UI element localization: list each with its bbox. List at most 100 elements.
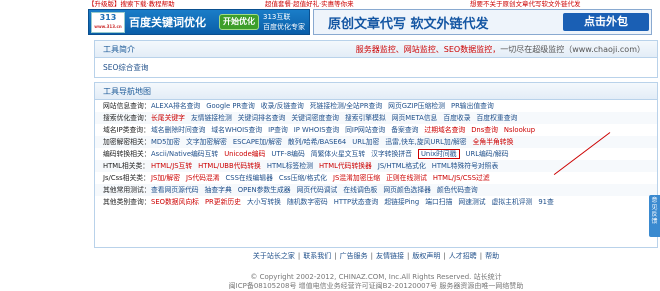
tool-link[interactable]: 随机数字密码 xyxy=(287,198,328,206)
tool-link[interactable]: Ascii/Native编码互转 xyxy=(151,150,218,158)
tool-link[interactable]: 简繁体火星文互转 xyxy=(311,150,365,158)
tool-link[interactable]: 网页代码调试 xyxy=(297,186,338,194)
top-promo-right[interactable]: 想要不关于原创文章代写软文外链代发 xyxy=(470,0,581,8)
tool-link[interactable]: JS/HTML格式化 xyxy=(378,162,426,170)
tool-link[interactable]: 超链接Ping xyxy=(384,198,419,206)
tool-link[interactable]: Nslookup xyxy=(504,126,535,134)
tool-link[interactable]: JS混淆加密压缩 xyxy=(333,174,380,182)
tool-link[interactable]: UTF-8编码 xyxy=(271,150,304,158)
tool-map-row: 其他常用测试：查看网页源代码 抽查字典 OPEN参数生成器 网页代码调试 在线调色板 网页… xyxy=(95,184,657,196)
footer-divider: | xyxy=(370,252,373,260)
ad-banner-side: 313互联 百度优化专家 xyxy=(263,13,305,31)
tool-link[interactable]: 友情链接检测 xyxy=(191,114,232,122)
tool-link[interactable]: JS代码混淆 xyxy=(186,174,220,182)
tool-link[interactable]: HTML标签检测 xyxy=(267,162,313,170)
tool-link[interactable]: 抽查字典 xyxy=(205,186,232,194)
tool-link[interactable]: 百度权重查询 xyxy=(477,114,518,122)
tool-link[interactable]: SEO数据风向标 xyxy=(151,198,199,206)
tool-link[interactable]: HTML/JS/CSS过滤 xyxy=(433,174,490,182)
ad-banner-writing-title: 原创文章代写 软文外链代发 xyxy=(328,17,489,32)
tool-link[interactable]: 端口扫描 xyxy=(425,198,452,206)
tool-link[interactable]: ALEXA排名查询 xyxy=(151,102,200,110)
tool-map-row: 其他类别查询：SEO数据风向标 PR更新历史 大小写转换 随机数字密码 HTTP状态查询… xyxy=(95,196,657,208)
row-label: 编码转换相关： xyxy=(103,150,151,158)
footer-divider: | xyxy=(334,252,337,260)
tool-link[interactable]: Unix时间戳 xyxy=(417,149,460,159)
tool-intro-header: 工具简介 服务器监控、网站监控、SEO数据监控，一切尽在超级监控（www.cha… xyxy=(95,41,657,58)
tool-link[interactable]: URL编码/解码 xyxy=(466,150,509,158)
row-label: 其他类别查询： xyxy=(103,198,151,206)
top-promo-left[interactable]: 【升级版】搜索下载·教程帮助 xyxy=(88,0,175,8)
tool-map-row: 编码转换相关：Ascii/Native编码互转 Unicode编码 UTF-8编码简… xyxy=(95,148,657,160)
ad-banner-seo[interactable]: 313 www.313.cn 百度关键词优化 开始优化 313互联 百度优化专家 xyxy=(88,9,310,35)
footer-link[interactable]: 版权声明 xyxy=(412,252,440,260)
monitor-announcement[interactable]: 服务器监控、网站监控、SEO数据监控，一切尽在超级监控（www.chaoji.c… xyxy=(356,41,645,58)
tool-link[interactable]: JS加/解密 xyxy=(151,174,180,182)
tool-link[interactable]: HTML/JS互转 xyxy=(151,162,192,170)
tool-link[interactable]: 迅雷,快车,旋风URL加/解密 xyxy=(385,138,466,146)
tool-link[interactable]: 备案查询 xyxy=(391,126,418,134)
tool-link[interactable]: 网页GZIP压缩检测 xyxy=(388,102,445,110)
outsource-button[interactable]: 点击外包 xyxy=(563,13,649,31)
footer-link[interactable]: 联系我们 xyxy=(303,252,331,260)
tool-link[interactable]: PR输出值查询 xyxy=(451,102,494,110)
tool-link[interactable]: HTTP状态查询 xyxy=(334,198,379,206)
tool-link[interactable]: 散列/哈希/BASE64 xyxy=(288,138,346,146)
tool-link[interactable]: 汉字转换拼音 xyxy=(371,150,412,158)
tool-link[interactable]: 关键词密度查询 xyxy=(291,114,339,122)
tool-link[interactable]: Dns查询 xyxy=(471,126,498,134)
footer-divider: | xyxy=(479,252,483,260)
tool-link[interactable]: CSS在线编辑器 xyxy=(226,174,273,182)
footer-divider: | xyxy=(297,252,301,260)
footer-link[interactable]: 关于站长之家 xyxy=(253,252,295,260)
tool-link[interactable]: Css压缩/格式化 xyxy=(279,174,327,182)
tool-link[interactable]: 查看网页源代码 xyxy=(151,186,199,194)
footer-link[interactable]: 广告服务 xyxy=(340,252,368,260)
tool-link[interactable]: 长尾关键字 xyxy=(151,114,185,122)
tool-link[interactable]: 同IP网站查询 xyxy=(345,126,385,134)
tool-link[interactable]: IP WHOIS查询 xyxy=(294,126,339,134)
tool-map-section: 工具导航地图 网站信息查询：ALEXA排名查询 Google PR查询 收录/反链查… xyxy=(94,82,658,248)
start-optimize-button[interactable]: 开始优化 xyxy=(219,14,259,30)
tool-link[interactable]: 域名删除时间查询 xyxy=(151,126,205,134)
tool-link[interactable]: ESCAPE加/解密 xyxy=(233,138,282,146)
tool-link[interactable]: 在线调色板 xyxy=(343,186,377,194)
footer-link[interactable]: 帮助 xyxy=(485,252,499,260)
tool-link[interactable]: 文字加密解密 xyxy=(186,138,227,146)
tool-link[interactable]: 域名WHOIS查询 xyxy=(211,126,262,134)
tool-link[interactable]: HTML代码转换器 xyxy=(319,162,372,170)
feedback-tab[interactable]: 意见反馈 xyxy=(649,195,660,237)
tool-link[interactable]: 全角半角转换 xyxy=(473,138,514,146)
tool-link[interactable]: URL加密 xyxy=(352,138,379,146)
tool-link[interactable]: 颜色代码查询 xyxy=(437,186,478,194)
tool-link[interactable]: PR更新历史 xyxy=(205,198,241,206)
tool-link[interactable]: 正则在线测试 xyxy=(386,174,427,182)
tool-link[interactable]: Unicode编码 xyxy=(224,150,265,158)
footer-link[interactable]: 人才招聘 xyxy=(449,252,477,260)
footer-divider: | xyxy=(443,252,446,260)
tool-link[interactable]: OPEN参数生成器 xyxy=(238,186,291,194)
tool-link[interactable]: 网速测试 xyxy=(458,198,485,206)
tool-link[interactable]: 网页颜色选择器 xyxy=(383,186,431,194)
tool-link[interactable]: 91查 xyxy=(538,198,553,206)
tool-link[interactable]: IP查询 xyxy=(268,126,288,134)
tool-link[interactable]: 关键词排名查询 xyxy=(238,114,286,122)
tool-link[interactable]: 过期域名查询 xyxy=(424,126,465,134)
tool-link[interactable]: 网页META信息 xyxy=(392,114,438,122)
tool-link[interactable]: HTML特殊符号对照表 xyxy=(432,162,499,170)
tool-link[interactable]: 死链接检测/全站PR查询 xyxy=(310,102,382,110)
tool-link[interactable]: Google PR查询 xyxy=(206,102,255,110)
tool-link[interactable]: MD5加密 xyxy=(151,138,180,146)
tool-map-row: 搜索优化查询：长尾关键字 友情链接检测 关键词排名查询 关键词密度查询 搜索引擎模拟 网页… xyxy=(95,112,657,124)
footer-link[interactable]: 友情链接 xyxy=(376,252,404,260)
tool-link[interactable]: HTML/UBB代码转换 xyxy=(198,162,261,170)
seo-overview-link[interactable]: SEO综合查询 xyxy=(95,58,657,77)
tool-link[interactable]: 搜索引擎模拟 xyxy=(345,114,386,122)
top-promo-mid[interactable]: 超值套餐·超值好礼·实惠等你来 xyxy=(265,0,354,8)
tool-link[interactable]: 百度收录 xyxy=(443,114,470,122)
ad-banner-writing[interactable]: 原创文章代写 软文外链代发 点击外包 xyxy=(313,9,652,35)
row-label: 网站信息查询： xyxy=(103,102,151,110)
tool-link[interactable]: 收录/反链查询 xyxy=(261,102,304,110)
tool-link[interactable]: 大小写转换 xyxy=(247,198,281,206)
tool-link[interactable]: 虚拟主机评测 xyxy=(492,198,533,206)
